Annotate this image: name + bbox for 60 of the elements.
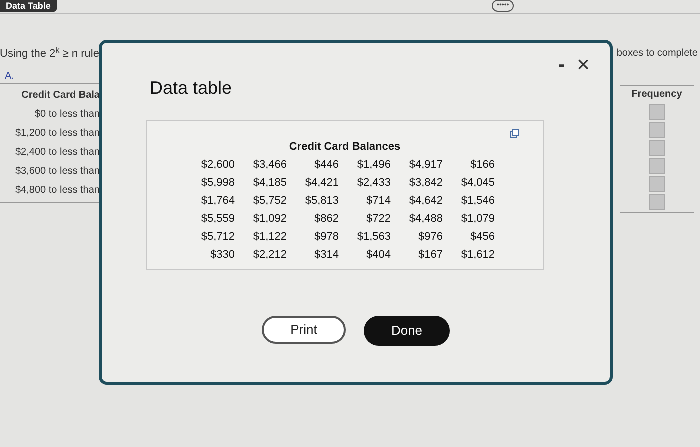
table-cell-text: $3,466 [252,158,287,172]
table-cell-text: $5,813 [304,194,339,208]
table-cell-text: $456 [470,230,495,244]
table-cell-text: $4,045 [460,176,495,190]
instruction-text: boxes to complete [616,47,698,61]
table-cell-text: $1,092 [252,212,287,226]
close-button[interactable]: × [577,55,590,75]
table-cell-text: $4,917 [408,158,443,172]
table-cell-text: $5,998 [200,176,235,190]
table-cell-text: $2,212 [252,248,287,262]
class-label: $0 to less than [34,108,100,122]
table-cell-text: $1,612 [460,248,495,262]
copy-icon[interactable] [510,129,519,138]
table-cell-text: $330 [210,248,235,262]
answer-box[interactable] [649,104,665,120]
answer-box[interactable] [649,176,665,192]
table-cell-text: $722 [366,212,391,226]
class-label: $3,600 to less than [15,164,100,178]
table-cell-text: $714 [366,194,391,208]
table-title: Credit Card Balances [289,140,401,155]
table-cell-text: $446 [314,158,339,172]
table-cell-text: $976 [418,230,443,244]
table-cell-text: $2,600 [200,158,235,172]
table-cell-text: $862 [314,212,339,226]
table-cell-text: $5,752 [252,194,287,208]
class-label: $2,400 to less than [15,146,100,160]
table-cell-text: $4,642 [408,194,443,208]
table-cell-text: $978 [314,230,339,244]
print-button[interactable]: Print [262,316,346,344]
choice-label[interactable]: A. [0,68,100,82]
answer-box[interactable] [649,194,665,210]
done-button[interactable]: Done [364,316,450,346]
table-cell-text: $314 [314,248,339,262]
table-cell-text: $4,488 [408,212,443,226]
table-cell-text: $1,764 [200,194,235,208]
panel-tab[interactable]: Data Table [0,0,57,12]
table-cell-text: $166 [470,158,495,172]
class-label: $4,800 to less than [15,184,100,198]
dialog-title: Data table [150,77,232,100]
answer-box[interactable] [649,140,665,156]
table-cell-text: $404 [366,248,391,262]
table-cell-text: $167 [418,248,443,262]
answer-box[interactable] [649,122,665,138]
table-cell-text: $1,496 [356,158,391,172]
column-header: Credit Card Bala [22,88,100,102]
table-cell-text: $3,842 [408,176,443,190]
table-cell-text: $1,546 [460,194,495,208]
answer-box[interactable] [649,158,665,174]
table-cell-text: $1,122 [252,230,287,244]
table-cell-text: $1,079 [460,212,495,226]
table-cell-text: $5,712 [200,230,235,244]
table-cell-text: $1,563 [356,230,391,244]
table-cell-text: $2,433 [356,176,391,190]
class-label: $1,200 to less than [15,126,100,140]
table-cell-text: $4,421 [304,176,339,190]
table-cell-text: $4,185 [252,176,287,190]
instruction-text: Using the 2$^{k}$ ≥ n rule [0,46,100,62]
minimize-button[interactable]: - [558,55,566,75]
table-cell-text: $5,559 [200,212,235,226]
column-header: Frequency [632,88,682,102]
